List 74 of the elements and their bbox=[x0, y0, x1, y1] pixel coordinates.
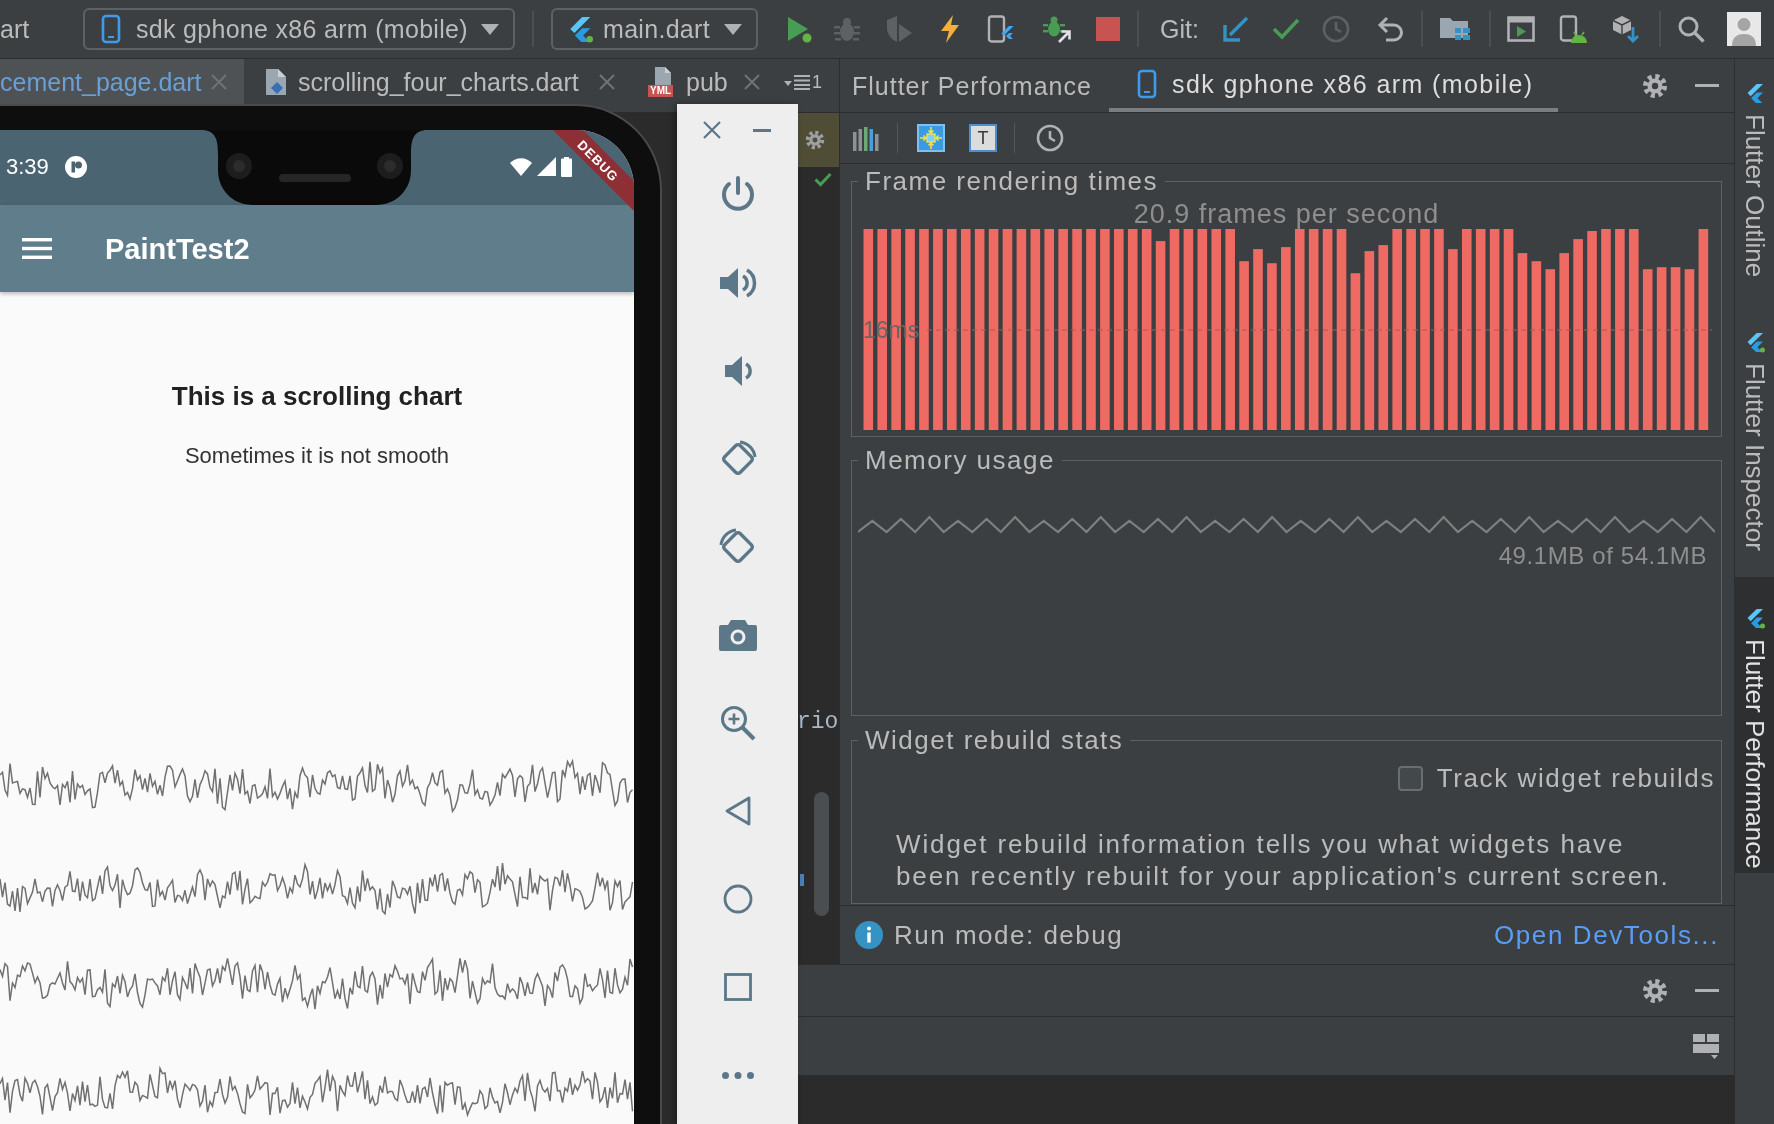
cube-arrow-icon[interactable] bbox=[1611, 15, 1639, 43]
close-icon[interactable] bbox=[744, 73, 760, 90]
caret-icon bbox=[481, 23, 499, 35]
more-icon[interactable] bbox=[721, 1071, 754, 1079]
code-text: rio bbox=[797, 708, 839, 736]
close-icon[interactable] bbox=[599, 73, 615, 90]
subheading: Sometimes it is not smooth bbox=[184, 443, 450, 469]
tool-window-tab[interactable]: Flutter Inspector bbox=[1735, 322, 1774, 558]
info-text: Widget rebuild information tells you what widgets have been recently rebuilt for your application's current screen. bbox=[896, 828, 1671, 892]
settings-icon[interactable] bbox=[1642, 72, 1668, 99]
tab-list-button[interactable]: 1 bbox=[784, 69, 827, 95]
device-selector[interactable]: sdk gphone x86 arm (mobile) bbox=[83, 8, 515, 50]
git-label: Git: bbox=[1160, 14, 1200, 44]
status-time: 3:39 bbox=[6, 154, 49, 180]
bar-chart-icon[interactable] bbox=[853, 125, 879, 151]
editor-tab[interactable]: YML pub bbox=[631, 59, 770, 104]
change-marker bbox=[800, 874, 804, 886]
editor-tab[interactable]: cement_page.dart bbox=[0, 59, 244, 104]
arrow-icon[interactable] bbox=[1223, 16, 1249, 42]
search-icon[interactable] bbox=[1677, 15, 1705, 43]
clock-icon[interactable] bbox=[1036, 124, 1064, 152]
settings-icon[interactable] bbox=[1642, 977, 1668, 1004]
layout-arrows-icon[interactable] bbox=[917, 124, 945, 152]
phone-icon bbox=[101, 14, 121, 44]
home-icon[interactable] bbox=[722, 884, 753, 914]
app-status-icon bbox=[64, 156, 87, 178]
editor-tab[interactable]: scrolling_four_charts.dart bbox=[244, 59, 631, 104]
checkbox[interactable] bbox=[1397, 765, 1423, 791]
devtools-link[interactable]: Open DevTools... bbox=[1493, 920, 1719, 950]
project-name[interactable]: art bbox=[0, 14, 40, 44]
group-title: Memory usage bbox=[864, 445, 1056, 475]
signal-icon bbox=[536, 157, 556, 176]
heading: This is a scrolling chart bbox=[171, 381, 463, 411]
caret-icon bbox=[724, 23, 742, 35]
bug-arrow-icon[interactable] bbox=[1043, 15, 1071, 43]
settings-icon[interactable] bbox=[805, 130, 825, 150]
volume-up-icon[interactable] bbox=[718, 265, 757, 301]
monitor-play-icon[interactable] bbox=[1507, 16, 1535, 42]
battery-icon bbox=[560, 157, 572, 177]
tab-list-icon bbox=[784, 74, 810, 90]
layout-icon[interactable] bbox=[1693, 1033, 1719, 1059]
file-icon bbox=[265, 67, 287, 96]
close-icon[interactable] bbox=[703, 121, 721, 139]
run-mode-text: Run mode: debug bbox=[894, 920, 1124, 950]
power-icon[interactable] bbox=[719, 176, 756, 214]
undo-icon[interactable] bbox=[1377, 16, 1405, 42]
tool-window-tab[interactable]: Flutter Outline bbox=[1735, 73, 1774, 284]
camera-icon[interactable] bbox=[718, 619, 757, 651]
zoom-in-icon[interactable] bbox=[719, 705, 756, 741]
text-toggle-button[interactable]: T bbox=[969, 124, 997, 152]
tool-window-tab[interactable]: Flutter Performance bbox=[1735, 577, 1774, 873]
folder-icon[interactable] bbox=[1440, 16, 1470, 42]
fps-reading: 20.9 frames per second bbox=[1132, 200, 1441, 229]
overview-icon[interactable] bbox=[723, 973, 752, 1001]
info-icon bbox=[855, 921, 883, 949]
panel-title: Flutter Performance bbox=[852, 70, 1093, 101]
wifi-icon bbox=[509, 158, 532, 176]
memory-reading: 49.1MB of 54.1MB bbox=[1497, 542, 1708, 570]
run-configuration-selector[interactable]: main.dart bbox=[551, 8, 758, 50]
phone-icon bbox=[1137, 68, 1157, 99]
phone-icon[interactable] bbox=[987, 15, 1015, 43]
volume-down-icon[interactable] bbox=[723, 354, 752, 388]
back-icon[interactable] bbox=[724, 796, 751, 826]
menu-icon[interactable] bbox=[22, 238, 52, 259]
group-title: Frame rendering times bbox=[864, 166, 1160, 196]
checkbox-label[interactable]: Track widget rebuilds bbox=[1436, 764, 1715, 792]
app-title: PaintTest2 bbox=[105, 231, 250, 266]
group-title: Widget rebuild stats bbox=[864, 725, 1125, 755]
check-icon[interactable] bbox=[1272, 17, 1300, 41]
file-icon bbox=[655, 66, 671, 87]
lightning-icon[interactable] bbox=[940, 15, 960, 43]
check-icon bbox=[814, 172, 832, 187]
device-tab[interactable]: sdk gphone x86 arm (mobile) bbox=[1109, 59, 1558, 112]
phone-robot-icon[interactable] bbox=[1559, 15, 1587, 43]
